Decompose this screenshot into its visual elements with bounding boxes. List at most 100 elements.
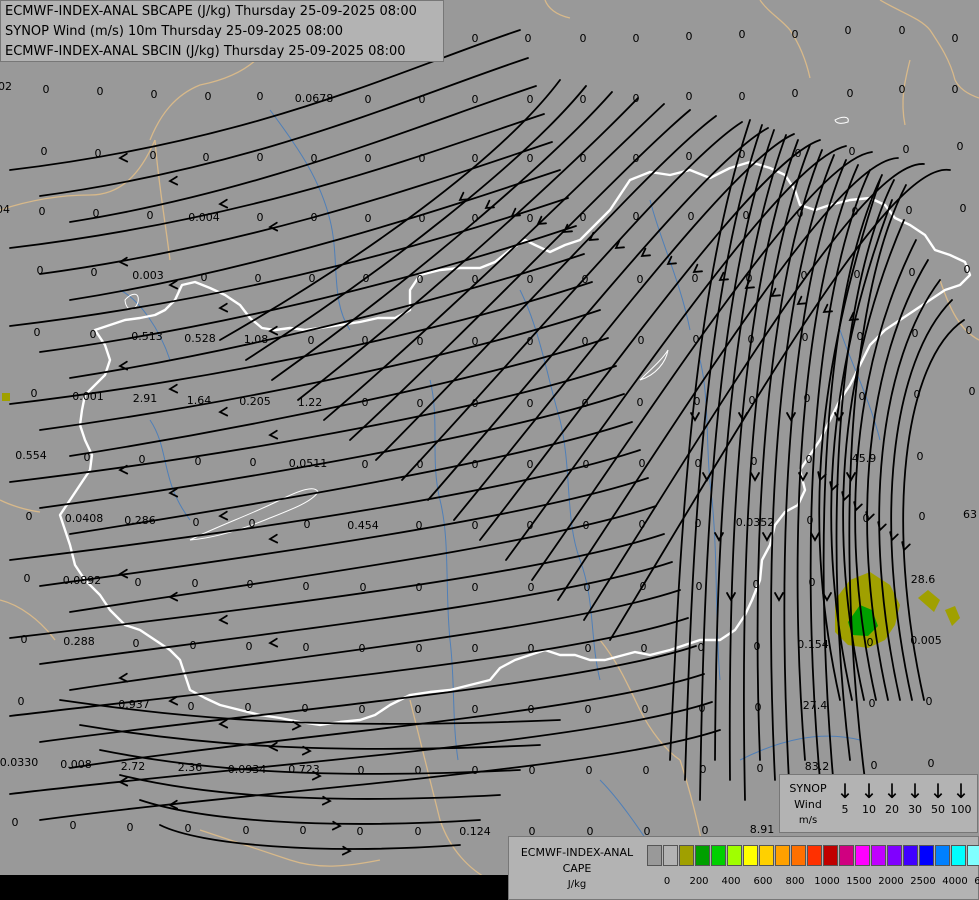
cape-value-label: 0 (640, 580, 647, 593)
cape-swatch (743, 845, 758, 866)
cape-value-label: 2.91 (133, 392, 158, 405)
map-edge-band (0, 875, 508, 900)
header-wind-title: SYNOP Wind (m/s) 10m Thursday 25-09-2025… (5, 24, 344, 39)
cape-value-label: 0 (34, 326, 41, 339)
cape-value-label: 0 (912, 327, 919, 340)
cape-value-label: 0 (311, 152, 318, 165)
cape-value-label: 0 (755, 701, 762, 714)
cape-value-label: 0 (472, 397, 479, 410)
cape-swatch (855, 845, 870, 866)
cape-value-label: 0 (527, 152, 534, 165)
cape-value-label: 0 (809, 576, 816, 589)
cape-value-label: 1.22 (298, 396, 323, 409)
cape-swatch (935, 845, 950, 866)
cape-value-label: 0 (580, 152, 587, 165)
map-header: ECMWF-INDEX-ANAL SBCAPE (J/kg) Thursday … (0, 0, 444, 62)
cape-swatch (727, 845, 742, 866)
cape-value-label: 0 (527, 519, 534, 532)
cape-value-label: 0.0352 (736, 516, 775, 529)
cape-value-label: 0 (969, 385, 976, 398)
cape-value-label: 0.288 (63, 635, 95, 648)
cape-value-label: 0 (692, 272, 699, 285)
cape-value-label: 0 (914, 388, 921, 401)
wind-speed-5: ↓ 5 (834, 779, 856, 816)
cape-value-label: 0 (696, 580, 703, 593)
cape-value-label: 0 (257, 90, 264, 103)
cape-value-label: 0 (806, 453, 813, 466)
cape-value-label: 0 (580, 93, 587, 106)
cape-value-label: 0 (757, 762, 764, 775)
cape-value-label: 0 (802, 331, 809, 344)
cape-value-label: 0 (686, 30, 693, 43)
cape-value-label: 0 (804, 392, 811, 405)
cape-value-label: 0 (416, 581, 423, 594)
cape-value-label: 0 (358, 764, 365, 777)
cape-value-label: 0 (699, 702, 706, 715)
cape-value-label: 0 (639, 518, 646, 531)
cape-value-label: 83.2 (805, 760, 830, 773)
cape-value-label: 0.004 (188, 211, 220, 224)
cape-value-label: 0 (362, 458, 369, 471)
cape-swatch (839, 845, 854, 866)
cape-value-label: 0 (150, 149, 157, 162)
synop-legend-title: SYNOP Wind m/s (789, 782, 827, 826)
cape-value-label: 0 (633, 152, 640, 165)
cape-value-label: 0.0330 (0, 756, 38, 769)
cape-swatch (663, 845, 678, 866)
cape-value-label: 0 (70, 819, 77, 832)
cape-value-label: 0 (583, 458, 590, 471)
cape-value-label: 0 (18, 695, 25, 708)
cape-value-label: 0 (751, 455, 758, 468)
cape-value-label: 0 (357, 825, 364, 838)
cape-value-label: 0 (365, 212, 372, 225)
cape-value-label: 0 (43, 83, 50, 96)
cape-value-label: 0.513 (131, 330, 163, 343)
cape-value-label: 0 (686, 150, 693, 163)
cape-value-label: 0 (246, 640, 253, 653)
cape-value-label: 0 (957, 140, 964, 153)
cape-value-label: 0 (686, 90, 693, 103)
weather-map[interactable]: 00000000000002000000.0678000000000000000… (0, 0, 979, 900)
cape-value-label: 0 (359, 642, 366, 655)
cape-value-label: 27.4 (803, 699, 828, 712)
cape-tick-label: 1000 (814, 876, 840, 887)
cape-value-label: 0 (739, 28, 746, 41)
cape-value-label: 0.723 (288, 763, 320, 776)
cape-tick-label: 400 (721, 876, 741, 887)
wind-speed-50: ↓ 50 (927, 779, 949, 816)
cape-value-label: 0 (12, 816, 19, 829)
cape-value-label: 0 (857, 330, 864, 343)
header-cape-title: ECMWF-INDEX-ANAL SBCAPE (J/kg) Thursday … (5, 4, 417, 19)
cape-swatch (807, 845, 822, 866)
cape-value-label: 0 (966, 324, 973, 337)
cape-tick-label: 0 (663, 876, 671, 887)
cape-value-label: 1.64 (187, 394, 212, 407)
cape-value-label: 0 (359, 703, 366, 716)
cape-value-label: 0 (419, 152, 426, 165)
cape-value-label: 45.9 (852, 452, 877, 465)
cape-value-label: 0 (365, 93, 372, 106)
cape-value-label: 0 (37, 264, 44, 277)
cape-value-label: 0.001 (72, 390, 104, 403)
cape-value-label: 0 (748, 333, 755, 346)
cape-value-label: 0 (419, 212, 426, 225)
cape-value-label: 0 (753, 578, 760, 591)
cape-value-label: 0 (807, 514, 814, 527)
cape-value-label: 0 (416, 642, 423, 655)
cape-value-label: 0.008 (60, 758, 92, 771)
cape-value-label: 0.0511 (289, 457, 328, 470)
cape-tick-label: 200 (689, 876, 709, 887)
cape-value-label: 0.0934 (228, 763, 267, 776)
wind-speed-100: ↓ 100 (950, 779, 972, 816)
cape-value-label: 2.36 (178, 761, 203, 774)
cape-value-label: 0.005 (910, 634, 942, 647)
cape-value-label: 0 (472, 519, 479, 532)
cape-value-label: 0 (527, 397, 534, 410)
cape-value-label: 0 (304, 518, 311, 531)
wind-arrow-icon: ↓ (860, 779, 878, 803)
cape-value-label: 0 (906, 204, 913, 217)
cape-value-label: 0 (583, 519, 590, 532)
cape-swatch (967, 845, 979, 866)
cape-value-label: 0 (871, 759, 878, 772)
cape-value-label: 0 (26, 510, 33, 523)
